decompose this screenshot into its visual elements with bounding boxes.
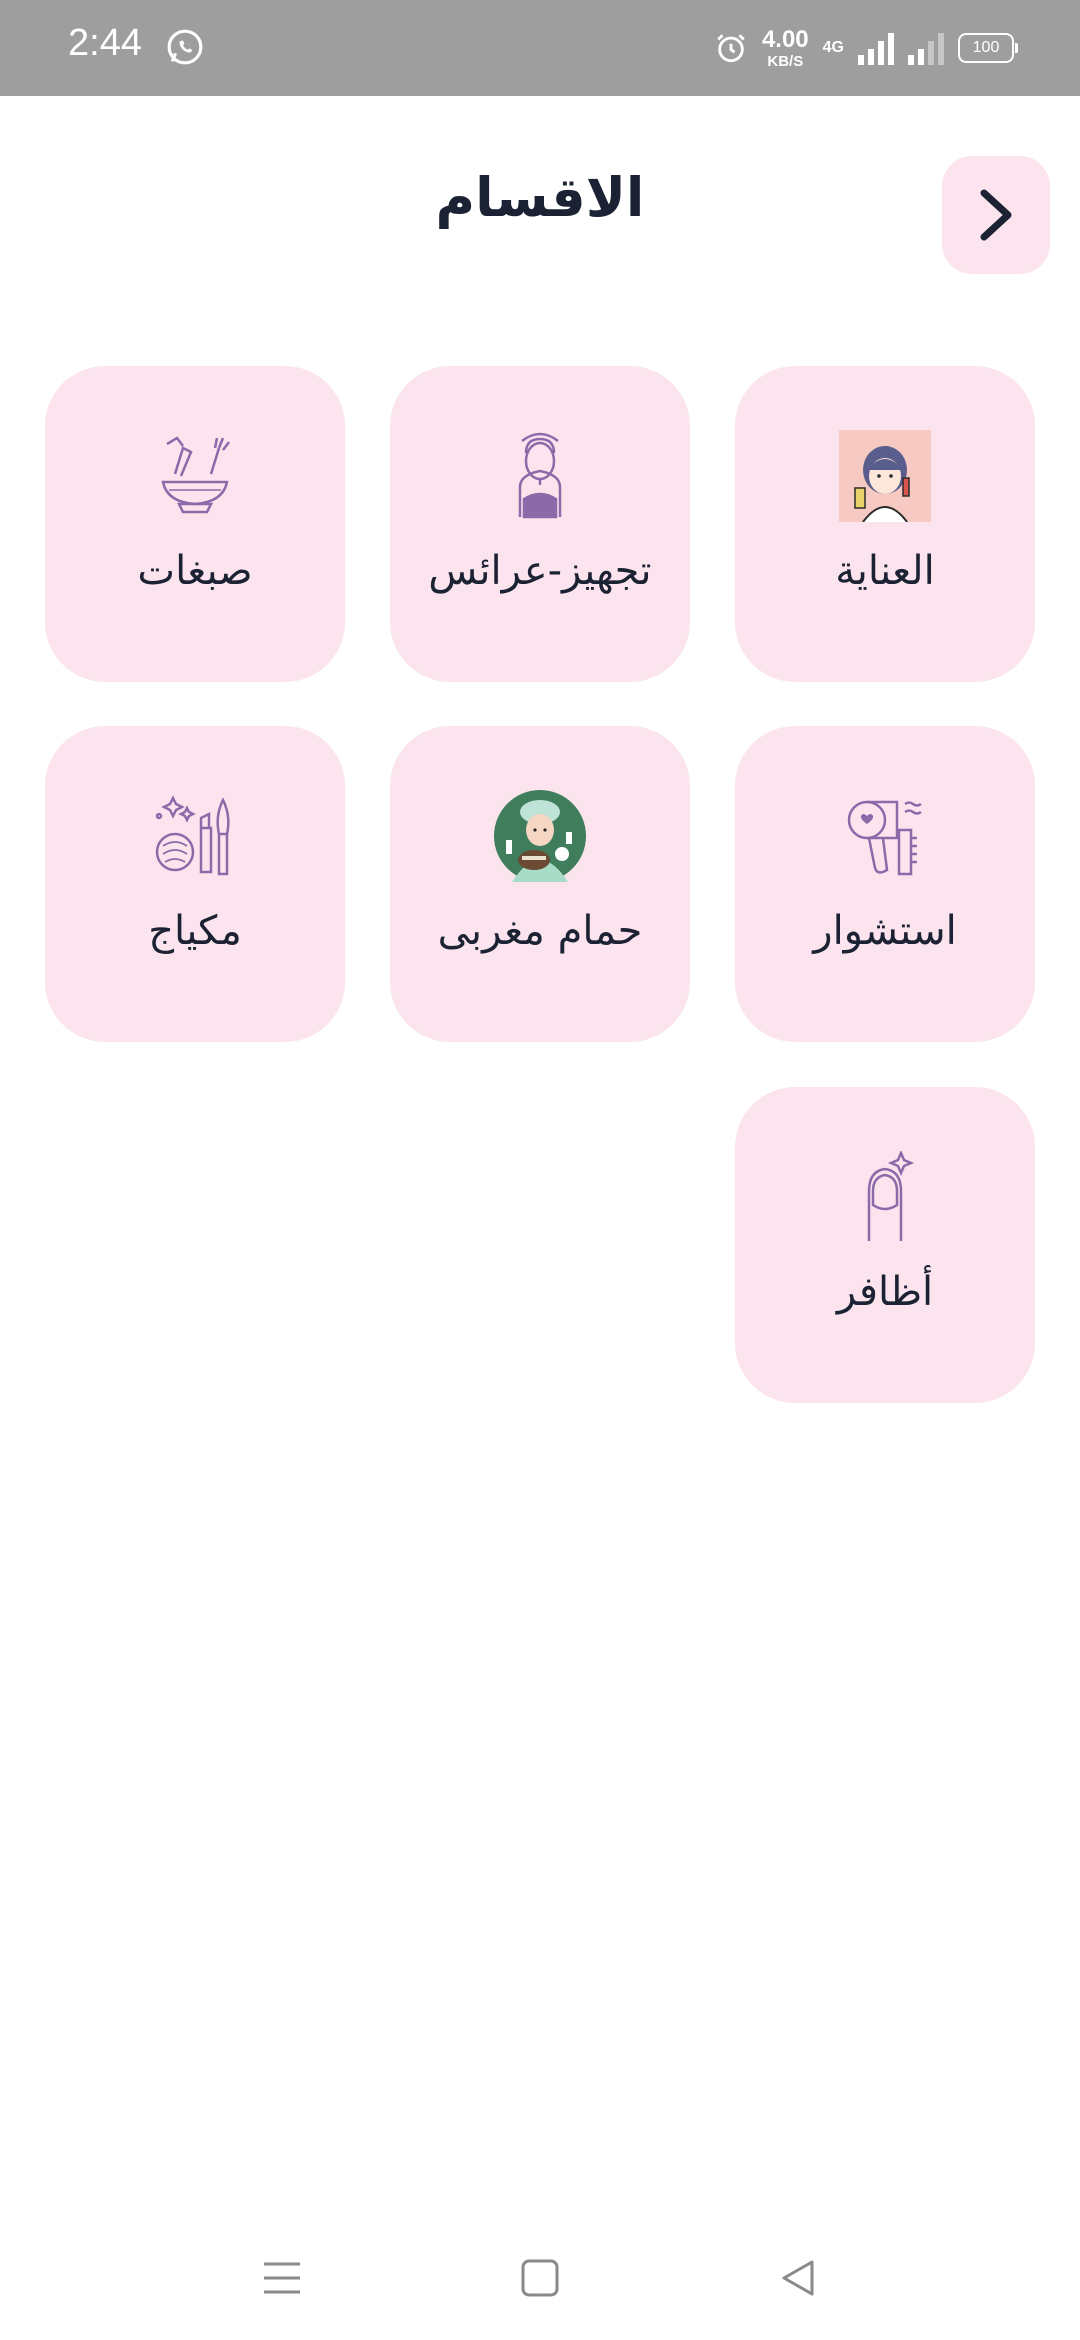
signal-strength-2-icon	[908, 33, 944, 65]
category-label: مكياج	[148, 908, 242, 954]
back-nav-button[interactable]	[768, 2248, 828, 2308]
category-label: تجهيز-عرائس	[428, 548, 652, 594]
category-label: حمام مغربى	[437, 908, 643, 954]
category-card-skincare[interactable]: العناية	[735, 366, 1035, 682]
speed-value: 4.00	[761, 25, 809, 53]
triangle-back-icon	[782, 2260, 814, 2296]
category-label: استشوار	[813, 908, 957, 954]
hair-dye-bowl-icon	[147, 428, 243, 524]
back-button[interactable]	[942, 156, 1050, 274]
battery-indicator: 100	[958, 33, 1018, 63]
nail-icon	[837, 1149, 933, 1245]
network-type: 4G	[822, 39, 844, 56]
header: الاقسام	[0, 96, 1080, 336]
status-icons: 4.00 KB/S 4G 100	[714, 24, 1018, 72]
battery-level: 100	[972, 39, 1000, 56]
network-speed: 4.00 KB/S	[761, 25, 809, 70]
category-card-hair-dye[interactable]: صبغات	[45, 366, 345, 682]
category-card-bride[interactable]: تجهيز-عرائس	[390, 366, 690, 682]
category-card-blowdry[interactable]: استشوار	[735, 726, 1035, 1042]
system-nav-bar	[0, 2220, 1080, 2340]
page-title: الاقسام	[435, 166, 645, 229]
speed-unit: KB/S	[767, 52, 804, 70]
menu-icon	[264, 2262, 300, 2294]
category-card-moroccan-bath[interactable]: حمام مغربى	[390, 726, 690, 1042]
category-card-nails[interactable]: أظافر	[735, 1087, 1035, 1403]
chevron-right-icon	[980, 189, 1012, 241]
moroccan-bath-icon	[492, 788, 588, 884]
bride-icon	[492, 428, 588, 524]
home-button[interactable]	[510, 2248, 570, 2308]
status-bar: 2:44 4.00 KB/S 4G 100	[0, 0, 1080, 96]
category-label: أظافر	[836, 1269, 934, 1315]
whatsapp-icon	[167, 29, 203, 65]
hair-dryer-icon	[837, 788, 933, 884]
status-time: 2:44	[68, 22, 142, 64]
category-card-makeup[interactable]: مكياج	[45, 726, 345, 1042]
alarm-icon	[717, 34, 745, 63]
square-icon	[521, 2259, 559, 2297]
skincare-woman-icon	[837, 428, 933, 524]
signal-strength-icon	[858, 33, 894, 65]
recent-apps-button[interactable]	[252, 2248, 312, 2308]
category-label: العناية	[835, 548, 935, 594]
categories-grid: العناية تجهيز-عرائس صبغات استشوار حمام م…	[0, 0, 1080, 2340]
category-label: صبغات	[137, 548, 253, 594]
makeup-icon	[147, 788, 243, 884]
